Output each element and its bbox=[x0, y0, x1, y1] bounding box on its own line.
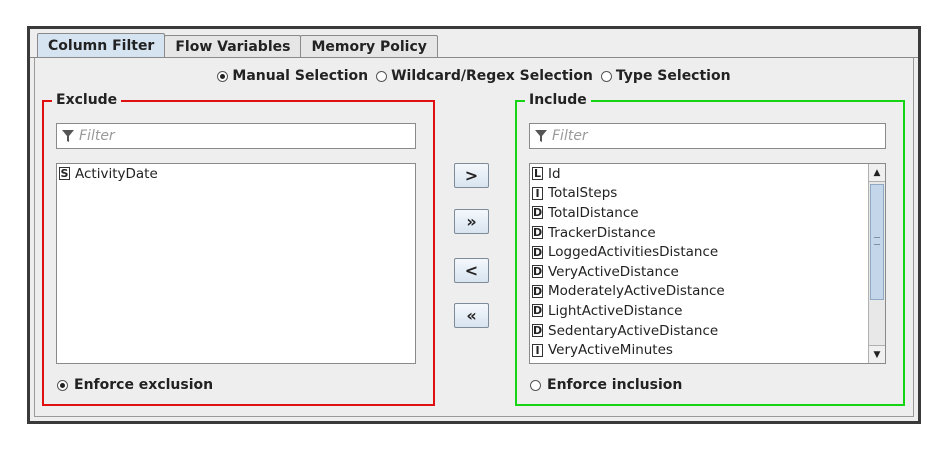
column-type-icon: D bbox=[532, 245, 543, 259]
wildcard-regex-option[interactable]: Wildcard/Regex Selection bbox=[376, 68, 593, 84]
column-name: Id bbox=[548, 165, 561, 182]
column-type-icon: D bbox=[532, 226, 543, 240]
include-filter-field[interactable]: Filter bbox=[529, 123, 886, 149]
wildcard-regex-radio[interactable] bbox=[376, 70, 388, 82]
list-item[interactable]: D LightActiveDistance bbox=[530, 301, 885, 321]
enforce-inclusion-label: Enforce inclusion bbox=[547, 377, 683, 393]
scroll-down-arrow-icon[interactable]: ▼ bbox=[869, 345, 885, 363]
exclude-list[interactable]: S ActivityDate bbox=[56, 163, 416, 364]
tab-flow-variables[interactable]: Flow Variables bbox=[164, 35, 302, 57]
column-name: ModeratelyActiveDistance bbox=[548, 283, 725, 300]
grip-icon bbox=[874, 237, 880, 245]
list-item[interactable]: D TrackerDistance bbox=[530, 223, 885, 243]
list-item[interactable]: D ModeratelyActiveDistance bbox=[530, 282, 885, 302]
manual-selection-label: Manual Selection bbox=[232, 68, 369, 84]
include-scrollbar[interactable]: ▲ ▼ bbox=[868, 164, 885, 363]
dialog-frame: Column Filter Flow Variables Memory Poli… bbox=[27, 26, 921, 424]
list-item[interactable]: D LoggedActivitiesDistance bbox=[530, 242, 885, 262]
move-right-button[interactable]: > bbox=[454, 163, 489, 188]
enforce-inclusion-option[interactable]: Enforce inclusion bbox=[530, 377, 682, 393]
move-all-left-button[interactable]: « bbox=[454, 303, 489, 328]
column-type-icon: D bbox=[532, 206, 543, 220]
type-selection-radio[interactable] bbox=[600, 70, 612, 82]
list-item[interactable]: I VeryActiveMinutes bbox=[530, 340, 885, 360]
include-list[interactable]: L Id I TotalSteps D TotalDistance D TrackerDist… bbox=[529, 163, 886, 364]
column-type-icon: L bbox=[532, 167, 543, 181]
column-name: TotalDistance bbox=[548, 204, 639, 221]
column-type-icon: D bbox=[532, 304, 543, 318]
scroll-thumb[interactable] bbox=[870, 184, 884, 300]
column-type-icon: S bbox=[59, 167, 70, 181]
include-filter-placeholder: Filter bbox=[552, 128, 588, 144]
exclude-panel: Exclude Filter S ActivityDate Enforce exc… bbox=[42, 92, 435, 406]
enforce-exclusion-label: Enforce exclusion bbox=[74, 377, 214, 393]
column-name: ActivityDate bbox=[75, 165, 158, 182]
tab-column-filter[interactable]: Column Filter bbox=[37, 33, 166, 57]
filter-icon bbox=[62, 130, 74, 142]
list-item[interactable]: D SedentaryActiveDistance bbox=[530, 321, 885, 341]
wildcard-regex-label: Wildcard/Regex Selection bbox=[391, 68, 593, 84]
move-all-right-button[interactable]: » bbox=[454, 209, 489, 234]
include-panel: Include Filter L Id I TotalSteps D TotalDista… bbox=[515, 92, 905, 406]
tab-memory-policy[interactable]: Memory Policy bbox=[300, 35, 438, 57]
enforce-inclusion-radio[interactable] bbox=[530, 379, 541, 391]
filter-icon bbox=[535, 130, 547, 142]
column-name: LightActiveDistance bbox=[548, 302, 683, 319]
exclude-filter-placeholder: Filter bbox=[79, 128, 115, 144]
type-selection-option[interactable]: Type Selection bbox=[600, 68, 731, 84]
column-type-icon: I bbox=[532, 186, 543, 200]
column-name: VeryActiveDistance bbox=[548, 263, 679, 280]
column-name: SedentaryActiveDistance bbox=[548, 322, 719, 339]
column-type-icon: I bbox=[532, 343, 543, 357]
enforce-exclusion-radio[interactable] bbox=[57, 379, 68, 391]
column-type-icon: D bbox=[532, 265, 543, 279]
column-type-icon: D bbox=[532, 324, 543, 338]
column-name: TrackerDistance bbox=[548, 224, 656, 241]
list-item[interactable]: D VeryActiveDistance bbox=[530, 262, 885, 282]
column-name: VeryActiveMinutes bbox=[548, 342, 673, 359]
selection-mode-group: Manual Selection Wildcard/Regex Selectio… bbox=[30, 65, 918, 87]
list-item[interactable]: D TotalDistance bbox=[530, 203, 885, 223]
column-name: TotalSteps bbox=[548, 185, 618, 202]
exclude-filter-field[interactable]: Filter bbox=[56, 123, 416, 149]
include-title: Include bbox=[525, 92, 591, 108]
enforce-exclusion-option[interactable]: Enforce exclusion bbox=[57, 377, 213, 393]
manual-selection-option[interactable]: Manual Selection bbox=[217, 68, 368, 84]
column-name: LoggedActivitiesDistance bbox=[548, 244, 719, 261]
list-item[interactable]: I TotalSteps bbox=[530, 184, 885, 204]
move-left-button[interactable]: < bbox=[454, 258, 489, 283]
exclude-title: Exclude bbox=[52, 92, 122, 108]
list-item[interactable]: L Id bbox=[530, 164, 885, 184]
tab-bar: Column Filter Flow Variables Memory Poli… bbox=[37, 32, 438, 57]
list-item[interactable]: S ActivityDate bbox=[57, 164, 415, 184]
scroll-up-arrow-icon[interactable]: ▲ bbox=[869, 164, 885, 182]
manual-selection-radio[interactable] bbox=[217, 70, 229, 82]
column-type-icon: D bbox=[532, 284, 543, 298]
type-selection-label: Type Selection bbox=[615, 68, 731, 84]
